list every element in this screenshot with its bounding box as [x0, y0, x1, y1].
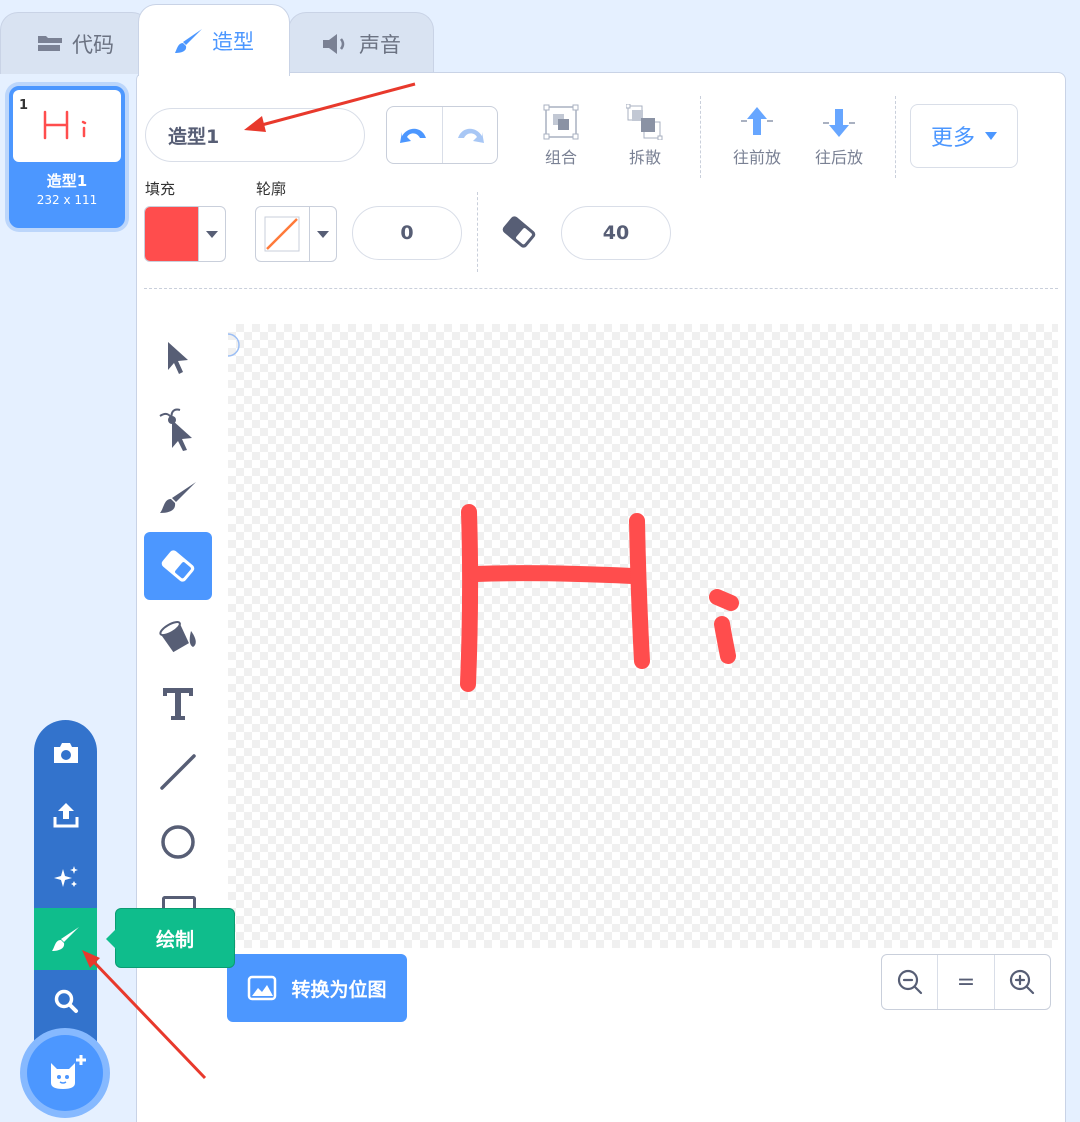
tab-sounds-label: 声音: [359, 32, 401, 57]
code-blocks-icon: [38, 35, 62, 51]
zoom-in-button[interactable]: [993, 955, 1050, 1009]
choose-costume-button[interactable]: [20, 1028, 110, 1118]
upload-button[interactable]: [34, 784, 97, 846]
no-color-icon: [264, 216, 300, 252]
ungroup-label: 拆散: [628, 148, 661, 167]
toolbar-divider: [700, 96, 701, 178]
paintbrush-icon: [51, 927, 79, 951]
convert-to-bitmap-label: 转换为位图: [291, 978, 387, 1001]
tab-costumes-label: 造型: [212, 29, 254, 54]
paint-button[interactable]: [34, 908, 97, 970]
fill-bucket-icon: [159, 621, 196, 653]
eraser-size-input[interactable]: 40: [561, 206, 671, 260]
more-dropdown[interactable]: 更多: [910, 104, 1018, 168]
tab-costumes[interactable]: 造型: [138, 4, 290, 76]
costume-name-input[interactable]: 造型1: [145, 108, 365, 162]
eraser-icon: [161, 550, 195, 582]
search-button[interactable]: [34, 970, 97, 1032]
zoom-controls: =: [881, 954, 1051, 1010]
reshape-icon: [159, 408, 192, 451]
outline-color-picker[interactable]: [255, 206, 337, 262]
brush-icon: [160, 482, 196, 513]
costume-list-item[interactable]: 1 造型1 232 x 111: [5, 82, 129, 232]
forward-label: 往前放: [732, 148, 781, 167]
costume-thumbnail: 1: [13, 90, 121, 162]
text-tool[interactable]: [144, 670, 212, 738]
group-button[interactable]: 组合: [532, 100, 590, 168]
image-icon: [248, 975, 277, 1001]
fill-tool[interactable]: [144, 600, 212, 668]
tab-code[interactable]: 代码: [0, 12, 150, 74]
outline-label: 轮廓: [256, 180, 287, 198]
brush-tool[interactable]: [144, 464, 212, 532]
tab-code-label: 代码: [72, 32, 114, 57]
select-tool[interactable]: [144, 324, 212, 392]
ungroup-icon: [626, 104, 663, 140]
toolbar-divider: [477, 192, 478, 272]
line-icon: [160, 754, 196, 790]
move-backward-icon: [823, 109, 855, 137]
circle-icon: [161, 825, 195, 859]
paint-tooltip-label: 绘制: [155, 928, 194, 951]
outline-width-value: 0: [400, 222, 414, 244]
undo-icon: [400, 128, 427, 143]
redo-icon: [457, 128, 484, 143]
eraser-tool[interactable]: [144, 532, 212, 600]
costume-thumbnail-drawing: [43, 110, 87, 140]
camera-button[interactable]: [34, 722, 97, 784]
eraser-size-value: 40: [602, 222, 630, 244]
fill-swatch: [145, 207, 198, 261]
camera-icon: [53, 743, 78, 763]
undo-redo-group: [386, 106, 498, 164]
caret-down-icon: [985, 132, 997, 140]
costume-name: 造型1: [46, 172, 88, 190]
reshape-tool[interactable]: [144, 396, 212, 464]
caret-down-icon: [197, 207, 225, 261]
outline-width-input[interactable]: 0: [352, 206, 462, 260]
fill-label: 填充: [145, 180, 176, 198]
select-arrow-icon: [168, 342, 188, 374]
undo-button[interactable]: [387, 107, 442, 163]
forward-button[interactable]: 往前放: [726, 100, 788, 168]
zoom-reset-label: =: [956, 969, 976, 995]
costume-number: 1: [19, 98, 29, 113]
text-icon: [163, 688, 193, 720]
paint-canvas[interactable]: [228, 324, 1058, 948]
paint-tooltip: 绘制: [106, 908, 235, 968]
costume-size: 232 x 111: [36, 193, 98, 207]
group-icon: [543, 104, 579, 140]
convert-to-bitmap-button[interactable]: 转换为位图: [227, 954, 407, 1022]
tab-sounds[interactable]: 声音: [288, 12, 434, 74]
paintbrush-icon: [175, 28, 202, 53]
outline-swatch: [256, 207, 309, 261]
upload-icon: [53, 803, 78, 828]
zoom-reset-button[interactable]: =: [937, 955, 993, 1009]
line-tool[interactable]: [144, 738, 212, 806]
more-label: 更多: [930, 126, 975, 151]
redo-button[interactable]: [441, 107, 498, 163]
caret-down-icon: [308, 207, 336, 261]
backward-label: 往后放: [814, 148, 863, 167]
search-icon: [54, 989, 78, 1013]
canvas-drawing: [228, 333, 739, 692]
fill-color-picker[interactable]: [144, 206, 226, 262]
surprise-button[interactable]: [34, 846, 97, 908]
ungroup-button[interactable]: 拆散: [616, 100, 674, 168]
circle-tool[interactable]: [144, 808, 212, 876]
zoom-in-icon: [1010, 969, 1035, 995]
zoom-out-button[interactable]: [882, 955, 937, 1009]
move-forward-icon: [741, 107, 773, 135]
zoom-out-icon: [897, 969, 922, 995]
speaker-icon: [323, 33, 345, 54]
group-label: 组合: [544, 148, 577, 167]
costume-name-value: 造型1: [168, 125, 220, 148]
sparkles-icon: [53, 866, 78, 887]
toolbar-divider: [895, 96, 896, 178]
cat-add-icon: [51, 1055, 86, 1089]
backward-button[interactable]: 往后放: [808, 100, 870, 168]
eraser-icon: [502, 216, 536, 248]
toolbar-bottom-divider: [144, 288, 1058, 289]
